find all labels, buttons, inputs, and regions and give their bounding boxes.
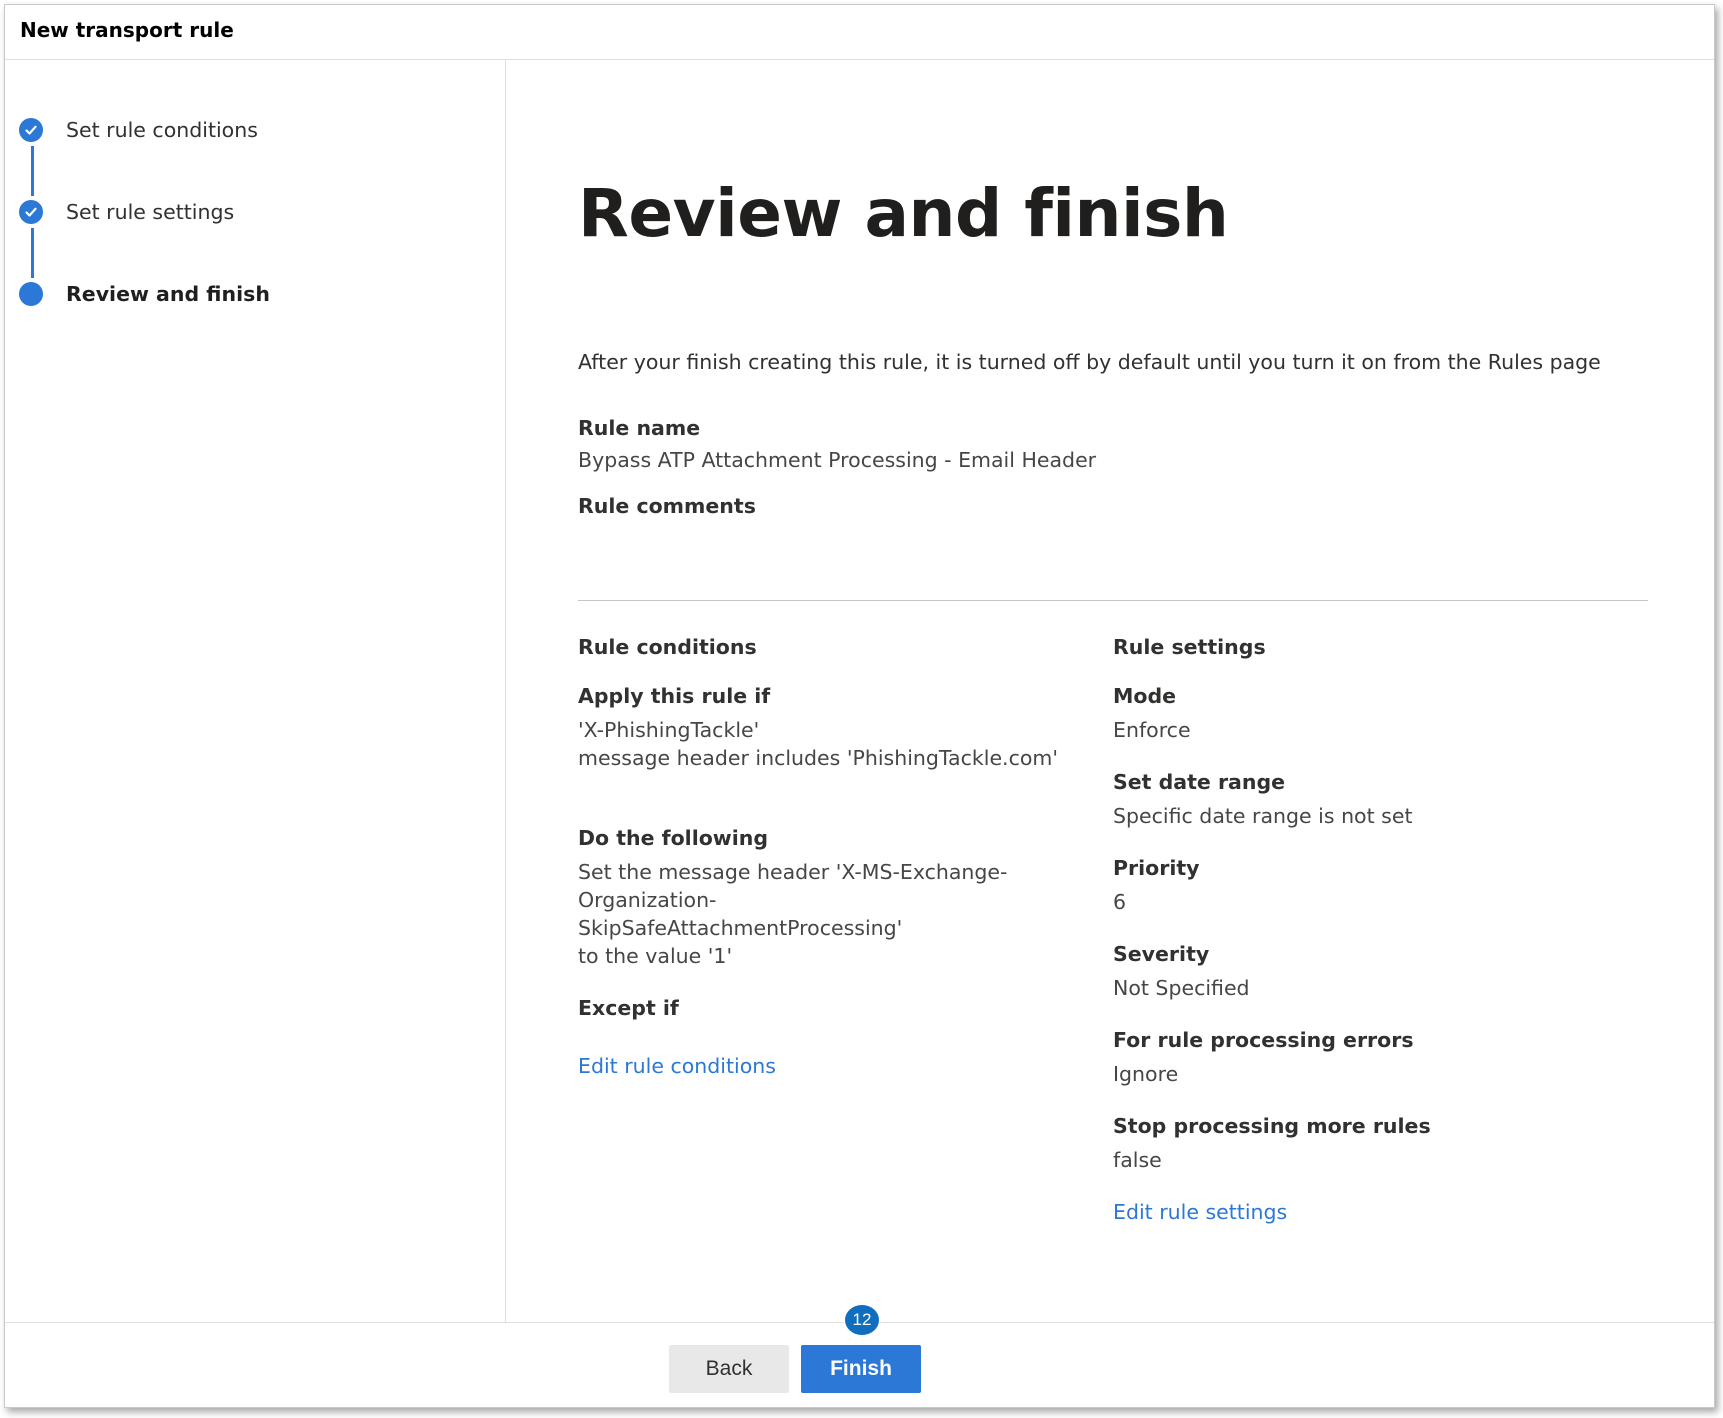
rule-settings-heading: Rule settings — [1113, 635, 1266, 659]
step-set-rule-conditions[interactable]: Set rule conditions — [19, 118, 489, 148]
title-bar: New transport rule — [5, 5, 1714, 60]
stop-processing-value: false — [1113, 1148, 1162, 1172]
checkmark-icon — [19, 200, 43, 224]
processing-errors-label: For rule processing errors — [1113, 1028, 1414, 1052]
step-label: Review and finish — [66, 282, 270, 306]
section-divider — [578, 600, 1648, 601]
apply-rule-if-label: Apply this rule if — [578, 684, 771, 708]
apply-rule-if-value: 'X-PhishingTackle' message header includ… — [578, 718, 1058, 770]
mode-label: Mode — [1113, 684, 1177, 708]
rule-comments-label: Rule comments — [578, 494, 756, 518]
finish-button[interactable]: Finish — [801, 1345, 921, 1393]
step-label: Set rule conditions — [66, 118, 258, 142]
edit-rule-conditions-link[interactable]: Edit rule conditions — [578, 1054, 776, 1078]
transport-rule-wizard: New transport rule Set rule conditions S… — [4, 4, 1715, 1408]
rule-name-value: Bypass ATP Attachment Processing - Email… — [578, 448, 1097, 472]
date-range-label: Set date range — [1113, 770, 1286, 794]
checkmark-icon — [19, 118, 43, 142]
do-the-following-value: Set the message header 'X-MS-Exchange-Or… — [578, 860, 1008, 968]
priority-value: 6 — [1113, 890, 1127, 914]
page-title: Review and finish — [578, 175, 1229, 252]
processing-errors-value: Ignore — [1113, 1062, 1179, 1086]
step-connector — [31, 146, 34, 196]
intro-text: After your finish creating this rule, it… — [578, 350, 1601, 374]
back-button[interactable]: Back — [669, 1345, 789, 1393]
mode-value: Enforce — [1113, 718, 1191, 742]
severity-value: Not Specified — [1113, 976, 1250, 1000]
rule-name-label: Rule name — [578, 416, 701, 440]
step-connector — [31, 228, 34, 278]
stop-processing-label: Stop processing more rules — [1113, 1114, 1431, 1138]
priority-label: Priority — [1113, 856, 1200, 880]
except-if-label: Except if — [578, 996, 679, 1020]
step-set-rule-settings[interactable]: Set rule settings — [19, 200, 489, 230]
wizard-steps-nav: Set rule conditions Set rule settings Re… — [5, 60, 506, 1322]
window-title: New transport rule — [20, 18, 234, 42]
date-range-value: Specific date range is not set — [1113, 804, 1413, 828]
step-label: Set rule settings — [66, 200, 235, 224]
severity-label: Severity — [1113, 942, 1210, 966]
step-review-and-finish[interactable]: Review and finish — [19, 282, 489, 312]
rule-conditions-heading: Rule conditions — [578, 635, 757, 659]
edit-rule-settings-link[interactable]: Edit rule settings — [1113, 1200, 1287, 1224]
current-step-dot-icon — [19, 282, 43, 306]
do-the-following-label: Do the following — [578, 826, 769, 850]
step-number-badge: 12 — [843, 1303, 881, 1337]
review-panel: Review and finish After your finish crea… — [505, 60, 1715, 1322]
